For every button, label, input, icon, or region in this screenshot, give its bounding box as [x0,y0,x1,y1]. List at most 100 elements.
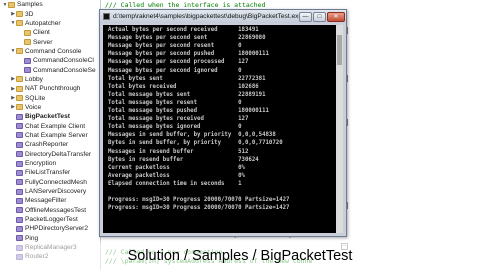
tree-item[interactable]: BigPacketTest [0,112,100,121]
tree-item-label: LANServerDiscovery [25,188,87,196]
console-line: Bytes in resend buffer 730624 [108,156,259,163]
tree-item-label: Chat Example Server [25,131,88,139]
tree-item[interactable]: Server [0,37,100,46]
project-icon [16,141,23,148]
console-line: Total bytes received 102686 [108,83,259,90]
tree-item-label: Encryption [25,160,57,168]
console-titlebar[interactable]: d:\temp\raknet4\samples\bigpackettest\de… [100,10,346,23]
console-line: Message bytes per second pushed 18000011… [108,51,269,58]
tree-item[interactable]: ▶ Voice [0,103,100,112]
tree-item-label: OfflineMessagesTest [25,206,87,214]
tree-item[interactable]: ▼ Autopatcher [0,19,100,28]
folder-icon [16,20,23,27]
tree-item-label: CommandConsoleCl [33,57,94,65]
tree-item-label: Server [33,38,53,46]
tree-item[interactable]: PHPDirectoryServer2 [0,224,100,233]
console-window[interactable]: d:\temp\raknet4\samples\bigpackettest\de… [99,9,347,237]
tree-item[interactable]: ▼ Command Console [0,47,100,56]
folder-icon [16,11,23,18]
console-line: Total message bytes ignored 0 [108,124,242,131]
tree-item-label: PHPDirectoryServer2 [25,225,89,233]
tree-item-label: Ping [25,234,39,242]
folder-icon [16,85,23,92]
tree-item-label: NAT Punchthrough [25,85,81,93]
folder-icon [16,48,23,55]
console-line: Total message bytes sent 22889191 [108,91,266,98]
console-line: Message bytes per second sent 22869080 [108,35,266,42]
tree-item[interactable]: Chat Example Client [0,121,100,130]
console-line: Average packetloss 0% [108,172,245,179]
project-icon [16,123,23,130]
console-line: Message bytes per second resent 0 [108,43,242,50]
tree-item-label: Command Console [25,47,82,55]
console-line: Total message bytes pushed 180000111 [108,108,269,114]
tree-item-label: FullyConnectedMesh [25,178,87,186]
folder-icon [16,104,23,111]
tree-item[interactable]: CommandConsoleSe [0,65,100,74]
tree-item[interactable]: DirectoryDeltaTransfer [0,150,100,159]
tree-item[interactable]: ▶ SQLite [0,93,100,102]
tree-item-label: Chat Example Client [25,122,86,130]
tree-item[interactable]: Client [0,28,100,37]
project-icon [16,235,23,242]
tree-item-label: 3D [25,10,34,18]
tree-item-label: Autopatcher [25,19,61,27]
console-title: d:\temp\raknet4\samples\bigpackettest\de… [113,13,299,20]
caption-banner: Solution / Samples / BigPacketTest [0,242,480,270]
folder-icon [16,95,23,102]
console-app-icon [103,13,110,20]
tree-item[interactable]: OfflineMessagesTest [0,206,100,215]
console-line: Total message bytes resent 0 [108,99,242,106]
project-icon [16,197,23,204]
tree-item[interactable]: Chat Example Server [0,131,100,140]
tree-item-label: MessageFilter [25,197,67,205]
console-output: Actual bytes per second received 183491 M… [103,25,343,233]
project-icon [16,169,23,176]
console-line: Progress: msgID=30 Progress 20000/70070 … [108,197,290,204]
tree-item-label: DirectoryDeltaTransfer [25,150,92,158]
project-icon [16,179,23,186]
project-icon [16,132,23,139]
folder-icon [16,76,23,83]
console-line: Progress: msgID=30 Progress 20000/70070 … [108,205,290,212]
project-icon [16,113,23,120]
tree-item-label: PacketLoggerTest [25,216,78,224]
tree-item[interactable]: CrashReporter [0,140,100,149]
project-icon [16,225,23,232]
console-line: Messages in send buffer, by priority 0,0… [108,132,276,139]
console-line: Actual bytes per second received 183491 [108,27,259,33]
tree-item[interactable]: Encryption [0,159,100,168]
tree-item-label: Samples [17,1,43,9]
project-icon [24,67,31,74]
console-scrollbar[interactable] [336,25,343,233]
tree-item-label: FileListTransfer [25,169,71,177]
tree-item[interactable]: ▼ Samples [0,0,100,9]
maximize-button[interactable]: □ [313,11,326,22]
console-line: Elapsed connection time in seconds 1 [108,180,242,187]
folder-icon [8,1,15,8]
tree-item[interactable]: FullyConnectedMesh [0,178,100,187]
close-button[interactable]: ✕ [327,11,345,22]
project-icon [16,151,23,158]
console-line: Total message bytes received 127 [108,116,249,123]
tree-item-label: Lobby [25,75,43,83]
tree-item[interactable]: MessageFilter [0,196,100,205]
console-line: Total bytes sent 22772381 [108,75,266,82]
tree-item-label: CommandConsoleSe [33,66,96,74]
tree-item[interactable]: FileListTransfer [0,168,100,177]
folder-icon [24,39,31,46]
tree-item[interactable]: ▶ Lobby [0,75,100,84]
tree-item[interactable]: LANServerDiscovery [0,187,100,196]
console-line: Message bytes per second ignored 0 [108,67,242,74]
project-icon [16,207,23,214]
project-icon [24,57,31,64]
tree-item[interactable]: CommandConsoleCl [0,56,100,65]
tree-item[interactable]: PacketLoggerTest [0,215,100,224]
scrollbar-thumb[interactable] [337,35,342,65]
tree-item[interactable]: ▶ NAT Punchthrough [0,84,100,93]
minimize-button[interactable]: — [299,11,312,22]
tree-item[interactable]: ▶ 3D [0,9,100,18]
console-line: Bytes in send buffer, by priority 0,0,0,… [108,140,283,147]
tree-item-label: BigPacketTest [25,113,70,121]
tree-item-label: Client [33,29,50,37]
